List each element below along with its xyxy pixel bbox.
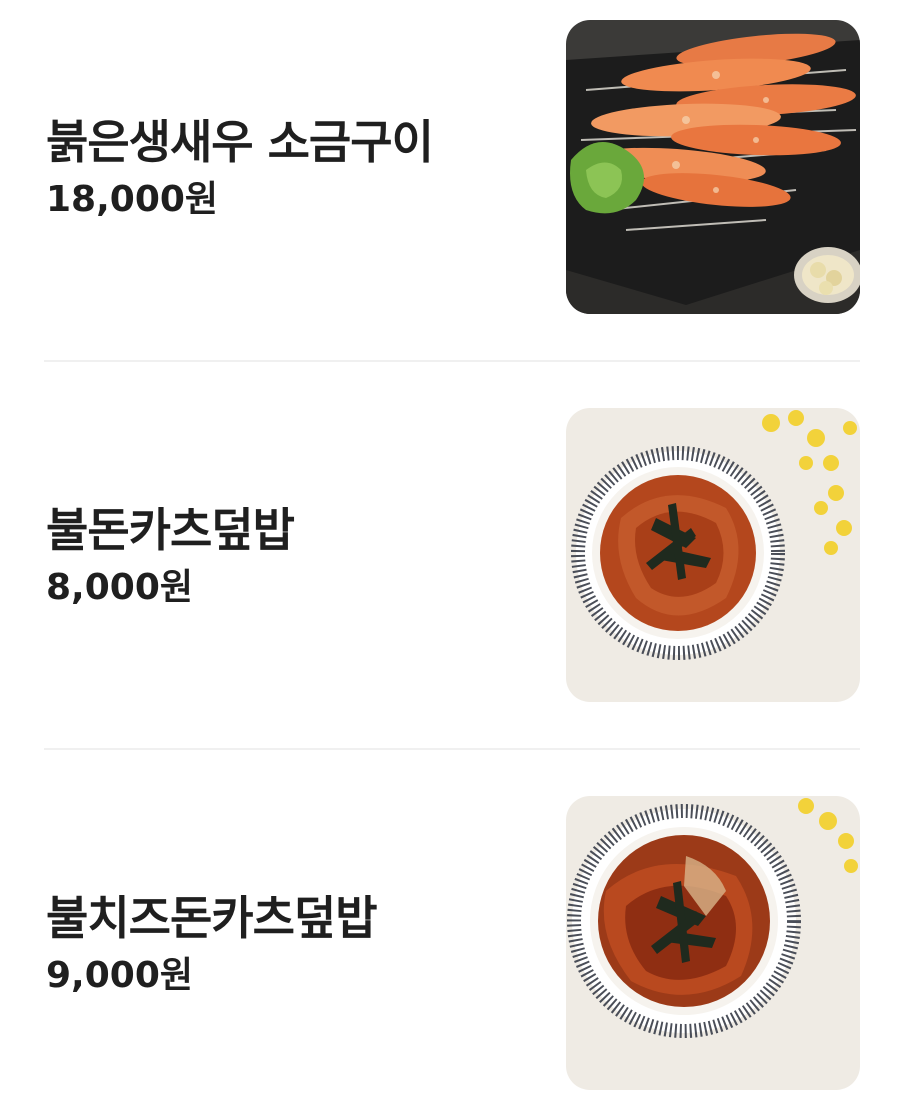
menu-item-name: 불치즈돈카츠덮밥 xyxy=(46,890,378,945)
menu-item-price: 9,000원 xyxy=(46,955,193,997)
menu-item-name: 붉은생새우 소금구이 xyxy=(46,114,434,169)
divider xyxy=(44,360,860,362)
menu-item-text: 붉은생새우 소금구이 18,000원 xyxy=(46,20,434,316)
divider xyxy=(44,748,860,750)
menu-item-price: 8,000원 xyxy=(46,567,193,609)
menu-item-photo[interactable] xyxy=(566,408,860,702)
menu-item[interactable]: 붉은생새우 소금구이 18,000원 xyxy=(0,20,900,316)
menu-item-text: 불치즈돈카츠덮밥 9,000원 xyxy=(46,796,378,1092)
menu-list: 붉은생새우 소금구이 18,000원 불돈카츠덮밥 8,000원 불치즈돈카츠덮… xyxy=(0,0,900,1096)
menu-item-photo[interactable] xyxy=(566,20,860,314)
menu-item-text: 불돈카츠덮밥 8,000원 xyxy=(46,408,295,704)
menu-item-price: 18,000원 xyxy=(46,179,219,221)
menu-item[interactable]: 불치즈돈카츠덮밥 9,000원 xyxy=(0,796,900,1092)
menu-item-name: 불돈카츠덮밥 xyxy=(46,502,295,557)
menu-item-photo[interactable] xyxy=(566,796,860,1090)
menu-item[interactable]: 불돈카츠덮밥 8,000원 xyxy=(0,408,900,704)
